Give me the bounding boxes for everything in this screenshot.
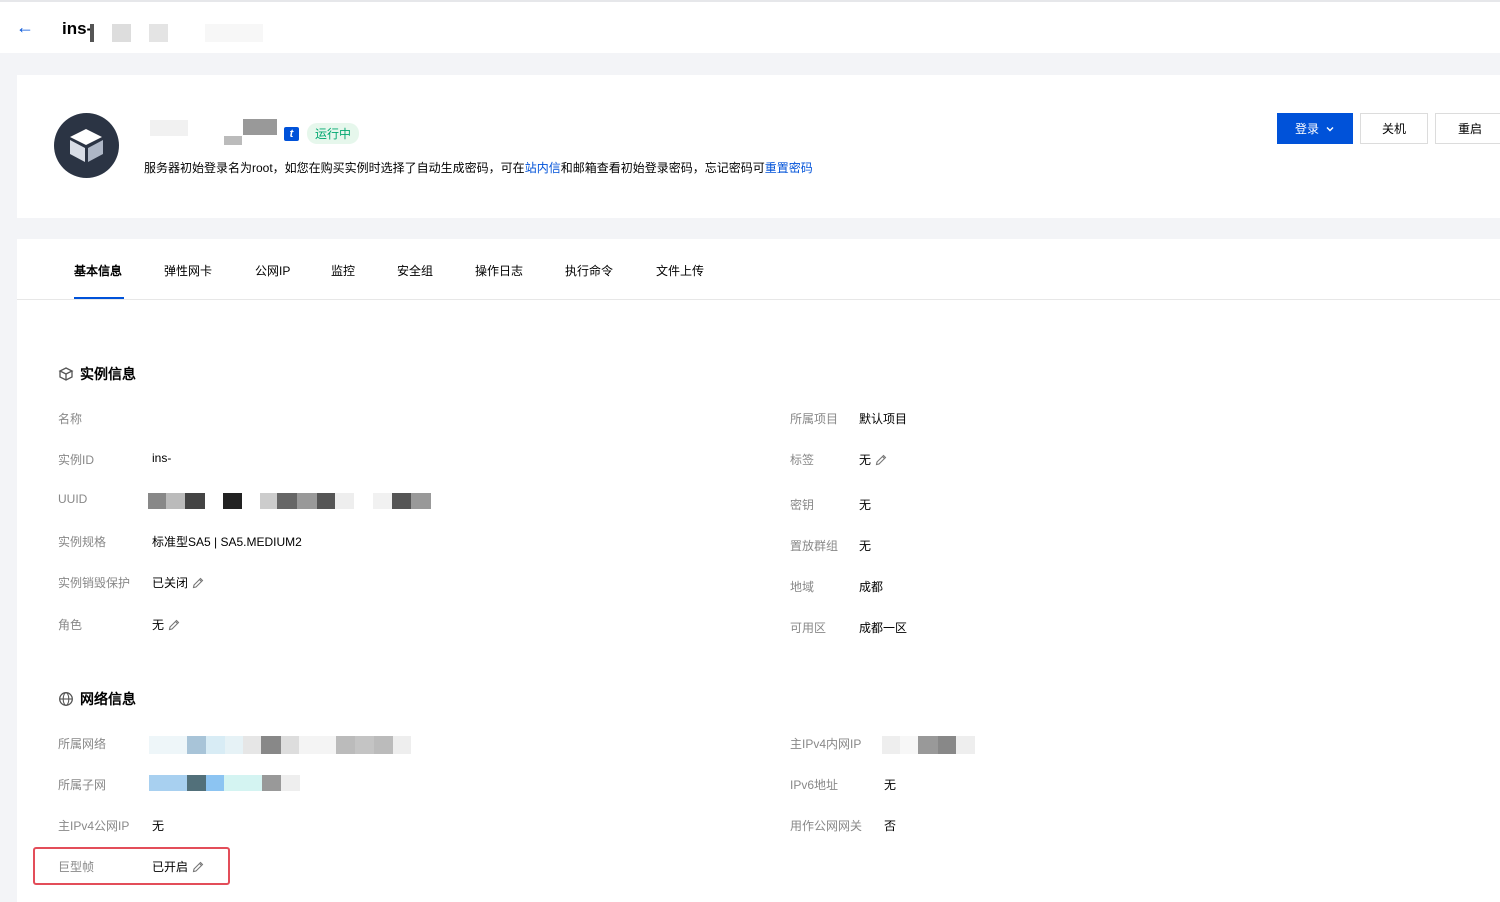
tab-elastic-nic[interactable]: 弹性网卡 [164, 262, 212, 279]
field-label-ipv6: IPv6地址 [790, 778, 839, 792]
field-value-public-ip: 无 [152, 819, 165, 833]
field-label-uuid: UUID [58, 492, 88, 506]
arrow-left-icon[interactable]: ← [14, 16, 36, 38]
field-label-instance-id: 实例ID [58, 453, 95, 467]
redacted-private-ip [882, 736, 975, 754]
reset-password-link[interactable]: 重置密码 [765, 161, 813, 175]
field-value-key: 无 [859, 498, 872, 512]
field-label-private-ip: 主IPv4内网IP [790, 737, 862, 751]
field-label-subnet: 所属子网 [58, 778, 107, 792]
field-label-public-ip: 主IPv4公网IP [58, 819, 130, 833]
cube-icon [70, 129, 103, 162]
field-value-region: 成都 [859, 580, 884, 594]
jumbo-frame-highlight [33, 847, 230, 885]
redacted-subnet [149, 775, 300, 791]
field-value-destroy-protection: 已关闭 [152, 576, 189, 590]
redacted-title-block [90, 24, 94, 42]
field-value-instance-spec: 标准型SA5 | SA5.MEDIUM2 [152, 535, 302, 549]
field-value-ipv6: 无 [884, 778, 897, 792]
field-destroy-protection: 已关闭 [152, 574, 205, 591]
redacted-title-block [205, 24, 263, 42]
field-label-zone: 可用区 [790, 621, 827, 635]
instance-logo [54, 113, 119, 178]
tab-monitoring[interactable]: 监控 [331, 262, 355, 279]
field-value-project: 默认项目 [859, 412, 908, 426]
tab-file-upload[interactable]: 文件上传 [656, 262, 704, 279]
site-message-link[interactable]: 站内信 [525, 161, 561, 175]
tab-bar: 基本信息 弹性网卡 公网IP 监控 安全组 操作日志 执行命令 文件上传 [17, 239, 1500, 300]
pencil-icon[interactable] [191, 576, 205, 590]
field-label-instance-spec: 实例规格 [58, 535, 107, 549]
instance-header-card: t 运行中 服务器初始登录名为root，如您在购买实例时选择了自动生成密码，可在… [17, 75, 1500, 218]
cube-outline-icon [58, 367, 74, 381]
tab-basic-info[interactable]: 基本信息 [74, 262, 122, 279]
field-label-placement-group: 置放群组 [790, 539, 839, 553]
redacted-title-block [149, 24, 168, 42]
pencil-icon[interactable] [167, 618, 181, 632]
redacted-name-block [150, 120, 188, 136]
field-value-zone: 成都一区 [859, 621, 908, 635]
field-value-instance-id: ins- [152, 451, 172, 465]
login-notice: 服务器初始登录名为root，如您在购买实例时选择了自动生成密码，可在站内信和邮箱… [144, 159, 813, 176]
instance-title: ins- [62, 19, 93, 38]
pencil-icon[interactable] [874, 453, 888, 467]
redacted-title-block [112, 24, 131, 42]
tab-public-ip[interactable]: 公网IP [255, 262, 290, 279]
field-value-public-gateway: 否 [884, 819, 897, 833]
field-label-tags: 标签 [790, 453, 815, 467]
field-label-project: 所属项目 [790, 412, 839, 426]
instance-info-heading: 实例信息 [58, 364, 136, 384]
section-title: 网络信息 [80, 691, 136, 707]
section-title: 实例信息 [80, 366, 136, 382]
redacted-name-block [243, 119, 277, 135]
restart-button[interactable]: 重启 [1435, 113, 1500, 144]
chevron-down-icon [1326, 126, 1334, 131]
status-badge: 运行中 [307, 123, 360, 144]
field-value-tags: 无 [859, 453, 872, 467]
notice-text: 和邮箱查看初始登录密码，忘记密码可 [560, 161, 765, 175]
globe-icon [59, 692, 73, 706]
status-area: t 运行中 [284, 123, 360, 144]
field-label-region: 地域 [790, 580, 815, 594]
field-label-role: 角色 [58, 618, 83, 632]
detail-card: 基本信息 弹性网卡 公网IP 监控 安全组 操作日志 执行命令 文件上传 实例信… [17, 239, 1500, 902]
tab-security-group[interactable]: 安全组 [397, 262, 433, 279]
field-value-placement-group: 无 [859, 539, 872, 553]
field-label-destroy-protection: 实例销毁保护 [58, 576, 131, 590]
redacted-vpc [149, 736, 411, 754]
redacted-name-block [224, 136, 242, 145]
active-tab-indicator [74, 297, 124, 299]
field-label-name: 名称 [58, 412, 83, 426]
field-label-vpc: 所属网络 [58, 737, 107, 751]
field-label-key: 密钥 [790, 498, 815, 512]
redacted-uuid [148, 493, 431, 509]
notice-text: 服务器初始登录名为root，如您在购买实例时选择了自动生成密码，可在 [144, 161, 525, 175]
field-value-role: 无 [152, 618, 165, 632]
tab-operation-log[interactable]: 操作日志 [475, 262, 523, 279]
shutdown-button[interactable]: 关机 [1360, 113, 1428, 144]
tencent-badge-icon: t [284, 126, 299, 141]
field-tags: 无 [859, 451, 888, 468]
login-button-label: 登录 [1294, 122, 1319, 136]
field-label-public-gateway: 用作公网网关 [790, 819, 863, 833]
login-button[interactable]: 登录 [1277, 113, 1353, 144]
tab-run-command[interactable]: 执行命令 [565, 262, 613, 279]
top-bar: ← ins- [0, 0, 1500, 53]
field-role: 无 [152, 616, 181, 633]
network-info-heading: 网络信息 [58, 689, 136, 709]
